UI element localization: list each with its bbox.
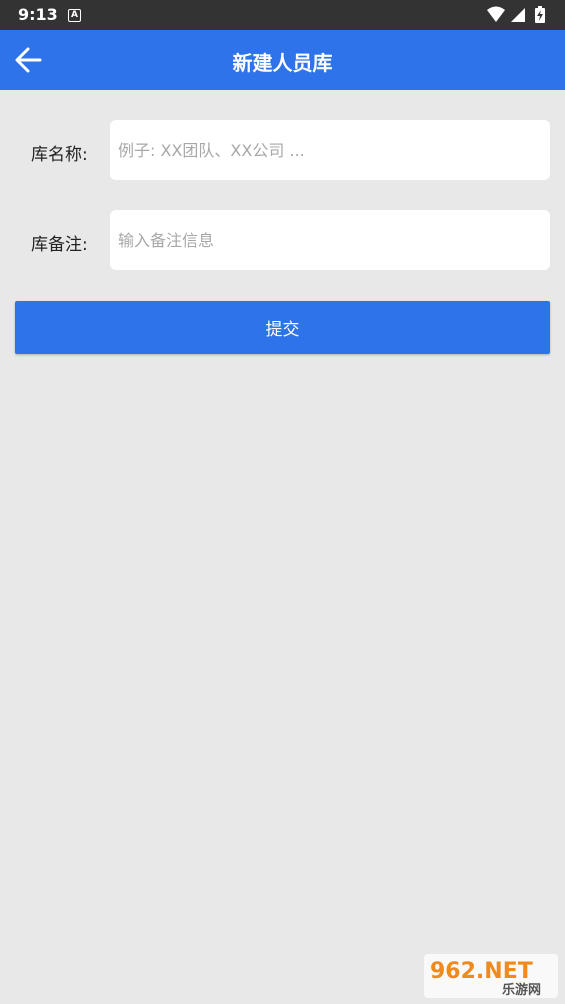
notification-a-icon: A — [68, 9, 81, 22]
library-note-label: 库备注: — [31, 235, 88, 255]
signal-icon — [511, 8, 525, 22]
submit-button[interactable]: 提交 — [15, 301, 550, 354]
status-icons — [487, 6, 545, 23]
status-time: 9:13 — [18, 5, 58, 24]
library-name-label: 库名称: — [31, 145, 88, 165]
status-bar: 9:13 A — [0, 0, 565, 30]
library-name-input[interactable] — [110, 120, 550, 180]
app-bar: 新建人员库 — [0, 30, 565, 90]
library-note-row: 库备注: — [0, 210, 565, 270]
watermark-logo: 962.NET 乐游网 — [424, 954, 558, 998]
library-note-input[interactable] — [110, 210, 550, 270]
watermark-text-top: 962.NET — [430, 959, 533, 984]
watermark-text-bottom: 乐游网 — [502, 982, 541, 998]
library-name-row: 库名称: — [0, 120, 565, 180]
battery-charging-icon — [535, 6, 545, 23]
wifi-icon — [487, 6, 505, 22]
page-title: 新建人员库 — [232, 51, 333, 75]
